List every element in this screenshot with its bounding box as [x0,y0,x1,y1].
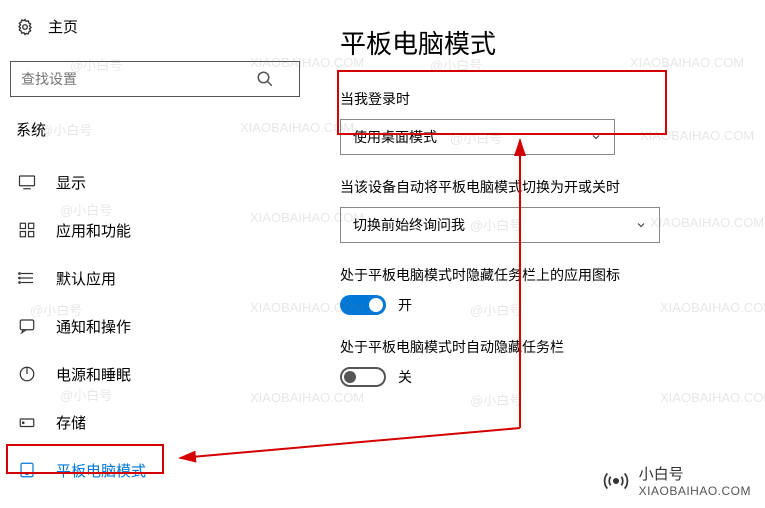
home-label: 主页 [48,16,78,37]
search-icon [256,70,274,88]
sidebar-item-default-apps[interactable]: 默认应用 [10,254,300,302]
nav-label: 存储 [56,412,86,433]
home-link[interactable]: 主页 [10,16,300,37]
chevron-down-icon [590,131,602,143]
signin-label: 当我登录时 [340,89,735,109]
page-title: 平板电脑模式 [340,24,735,61]
section-label: 系统 [10,119,300,140]
switch-value: 切换前始终询问我 [353,215,465,235]
watermark-logo: 小白号 XIAOBAIHAO.COM [603,463,751,498]
sidebar-item-storage[interactable]: 存储 [10,398,300,446]
hide-icons-toggle[interactable] [340,295,386,315]
hide-taskbar-toggle[interactable] [340,367,386,387]
power-icon [18,365,36,383]
sidebar-item-tablet-mode[interactable]: 平板电脑模式 [10,446,300,494]
hide-icons-label: 处于平板电脑模式时隐藏任务栏上的应用图标 [340,265,735,285]
sidebar-item-notifications[interactable]: 通知和操作 [10,302,300,350]
signin-select[interactable]: 使用桌面模式 [340,119,615,155]
nav-label: 平板电脑模式 [56,460,146,481]
apps-icon [18,221,36,239]
sidebar-item-display[interactable]: 显示 [10,158,300,206]
gear-icon [16,18,34,36]
switch-select[interactable]: 切换前始终询问我 [340,207,660,243]
switch-label: 当该设备自动将平板电脑模式切换为开或关时 [340,177,735,197]
list-icon [18,269,36,287]
tablet-icon [18,461,36,479]
chevron-down-icon [635,219,647,231]
nav-label: 应用和功能 [56,220,131,241]
search-container [10,61,300,97]
hide-icons-value: 开 [398,295,412,315]
sidebar-item-power[interactable]: 电源和睡眠 [10,350,300,398]
chat-icon [18,317,36,335]
nav-label: 默认应用 [56,268,116,289]
storage-icon [18,413,36,431]
broadcast-icon [603,468,629,494]
monitor-icon [18,173,36,191]
signin-value: 使用桌面模式 [353,127,437,147]
hide-taskbar-label: 处于平板电脑模式时自动隐藏任务栏 [340,337,735,357]
sidebar-item-apps[interactable]: 应用和功能 [10,206,300,254]
nav-label: 通知和操作 [56,316,131,337]
nav-label: 电源和睡眠 [56,364,131,385]
hide-taskbar-value: 关 [398,367,412,387]
nav-label: 显示 [56,172,86,193]
